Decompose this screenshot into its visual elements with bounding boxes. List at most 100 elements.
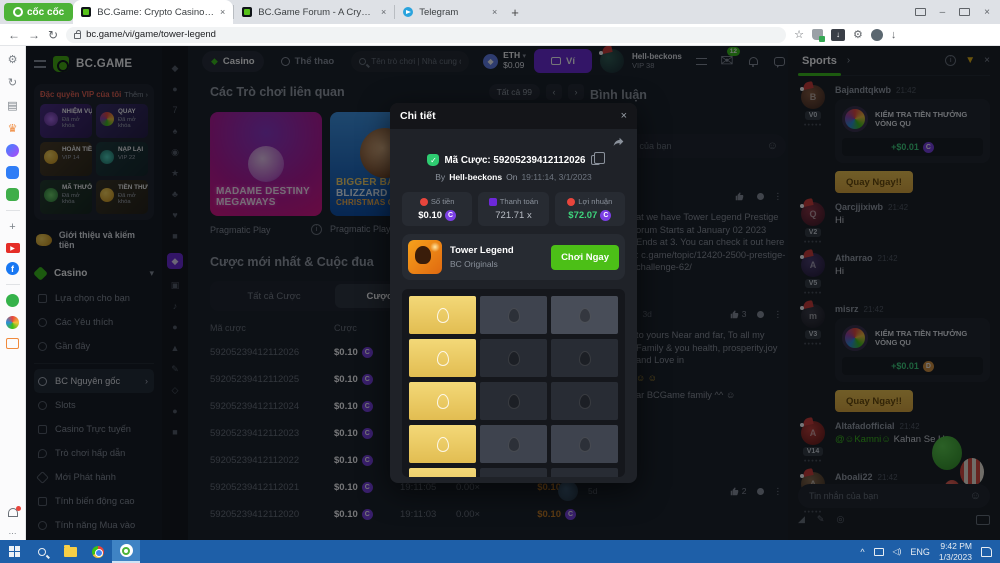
board-cell <box>480 296 547 334</box>
board-cell-picked <box>409 468 476 477</box>
screen: cốc cốc BC.Game: Crypto Casino Gam × BC.… <box>0 0 1000 563</box>
start-button[interactable] <box>0 540 28 563</box>
clock[interactable]: 9:42 PM 1/3/2023 <box>939 541 972 561</box>
tab-title: BC.Game: Crypto Casino Gam <box>97 7 214 18</box>
board-row <box>409 468 618 477</box>
board-cell-picked <box>409 339 476 377</box>
tab-close-icon[interactable]: × <box>381 7 386 17</box>
board-cell <box>551 382 618 420</box>
chrome-icon[interactable] <box>84 540 112 563</box>
board-row <box>409 339 618 377</box>
board-cell <box>551 339 618 377</box>
tray-chevron-icon[interactable]: ^ <box>860 547 864 557</box>
back-icon[interactable]: ← <box>8 29 20 41</box>
zalo-icon[interactable] <box>6 166 19 179</box>
egg-icon <box>437 308 449 323</box>
copy-icon[interactable] <box>591 155 600 165</box>
file-explorer-icon[interactable] <box>56 540 84 563</box>
network-icon[interactable] <box>874 548 884 556</box>
share-icon[interactable] <box>612 135 625 148</box>
community-icon[interactable] <box>6 316 19 329</box>
browser-tabbar: cốc cốc BC.Game: Crypto Casino Gam × BC.… <box>0 0 1000 24</box>
telegram-favicon <box>403 7 413 17</box>
play-now-button[interactable]: Chơi Ngay <box>551 245 619 270</box>
coin-icon: C <box>445 210 456 221</box>
tab-forum[interactable]: BC.Game Forum - A Cryptoc... × <box>234 0 394 24</box>
game-title: Tower Legend <box>450 245 514 256</box>
maximize-button[interactable] <box>959 8 970 16</box>
url-text[interactable]: bc.game/vi/game/tower-legend <box>86 29 216 40</box>
lock-icon <box>74 33 81 39</box>
new-tab-button[interactable]: + <box>511 5 519 20</box>
game-provider: BC Originals <box>450 259 514 269</box>
bookmark-star-icon[interactable]: ☆ <box>794 28 804 41</box>
action-center-icon[interactable] <box>981 547 992 557</box>
forward-icon[interactable]: → <box>28 29 40 41</box>
stat-payout: Thanh toán 721.71 x <box>478 192 548 226</box>
board-cell <box>551 425 618 463</box>
adblock-shield-icon[interactable] <box>812 29 823 40</box>
language-indicator[interactable]: ENG <box>910 547 930 557</box>
board-row <box>409 425 618 463</box>
bet-id-value: 59205239412112026 <box>493 155 585 166</box>
on-label: On <box>506 172 517 182</box>
tab-title: BC.Game Forum - A Cryptoc... <box>258 7 375 18</box>
tab-preview-icon[interactable] <box>915 8 926 16</box>
shopping-cart-icon[interactable] <box>6 338 19 349</box>
game-info-row: Tower Legend BC Originals Chơi Ngay <box>402 234 625 280</box>
coccoc-menu-button[interactable]: cốc cốc <box>4 3 73 21</box>
notifications-bell-icon[interactable] <box>8 508 18 517</box>
tab-telegram[interactable]: Telegram × <box>395 0 505 24</box>
bet-username[interactable]: Hell-beckons <box>449 172 502 182</box>
tab-bcgame[interactable]: BC.Game: Crypto Casino Gam × <box>73 0 233 24</box>
messenger-icon[interactable] <box>6 144 19 157</box>
board-cell-picked <box>409 296 476 334</box>
more-dots-icon[interactable]: ⋯ <box>6 526 20 540</box>
coccoc-taskbar-icon[interactable] <box>112 540 140 563</box>
settings-gear-icon[interactable]: ⚙ <box>6 52 20 66</box>
tab-close-icon[interactable]: × <box>220 7 225 17</box>
games-gamepad-icon[interactable] <box>6 188 19 201</box>
facebook-icon[interactable]: f <box>6 262 19 275</box>
reload-icon[interactable]: ↻ <box>48 29 58 41</box>
coccoc-brand-label: cốc cốc <box>27 7 64 18</box>
browser-toolbar: ← → ↻ bc.game/vi/game/tower-legend ☆ ↓ ⚙… <box>0 24 1000 46</box>
modal-close-icon[interactable]: × <box>621 110 627 122</box>
verified-shield-icon[interactable]: ✓ <box>427 154 439 166</box>
tab-title: Telegram <box>419 7 486 18</box>
chat-app-icon[interactable] <box>6 294 19 307</box>
history-icon[interactable]: ↻ <box>6 75 20 89</box>
board-cell <box>551 468 618 477</box>
reading-list-icon[interactable]: ▤ <box>6 98 20 112</box>
board-cell-picked <box>409 425 476 463</box>
youtube-icon[interactable]: ▶ <box>6 243 20 253</box>
vip-crown-icon[interactable]: ♛ <box>6 121 20 135</box>
amount-icon <box>420 198 428 206</box>
sidebar-divider <box>6 284 20 285</box>
taskbar-search-icon[interactable] <box>28 540 56 563</box>
profit-icon <box>567 198 575 206</box>
download-active-icon[interactable]: ↓ <box>831 29 845 41</box>
url-bar[interactable]: bc.game/vi/game/tower-legend <box>66 27 786 43</box>
bet-timestamp: 19:11:14, 3/1/2023 <box>521 172 591 182</box>
board-cell-picked <box>409 382 476 420</box>
payout-icon <box>489 198 497 206</box>
tab-close-icon[interactable]: × <box>492 7 497 17</box>
extensions-icon[interactable]: ⚙ <box>853 28 863 41</box>
save-page-icon[interactable]: ↓ <box>891 29 897 41</box>
windows-taskbar: ^ ◁) ENG 9:42 PM 1/3/2023 <box>0 540 1000 563</box>
browser-profile-avatar[interactable] <box>871 29 883 41</box>
close-window-button[interactable]: × <box>984 7 990 18</box>
add-shortcut-icon[interactable]: + <box>6 220 20 234</box>
modal-title: Chi tiết <box>400 110 436 122</box>
tower-legend-board <box>402 289 625 477</box>
board-row <box>409 296 618 334</box>
board-cell <box>480 425 547 463</box>
board-row <box>409 382 618 420</box>
volume-icon[interactable]: ◁) <box>893 547 902 556</box>
coccoc-logo-icon <box>13 7 23 17</box>
sidebar-divider <box>6 210 20 211</box>
board-cell <box>480 468 547 477</box>
minimize-button[interactable]: – <box>940 7 946 18</box>
browser-sidebar: ⚙ ↻ ▤ ♛ + ▶ f ⋯ <box>0 46 26 540</box>
